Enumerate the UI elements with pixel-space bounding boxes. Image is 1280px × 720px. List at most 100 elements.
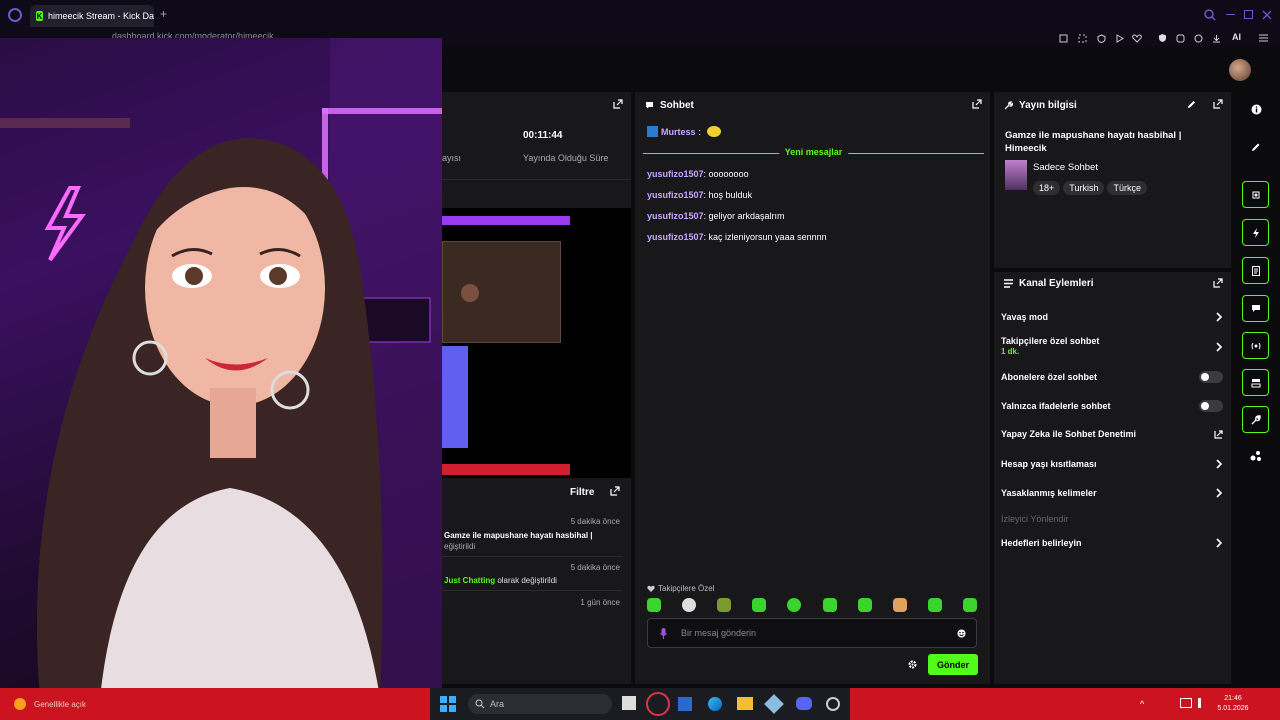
popout-icon[interactable] xyxy=(613,99,623,109)
emote-icon[interactable] xyxy=(717,598,732,612)
popout-icon[interactable] xyxy=(1213,278,1223,288)
menu-icon[interactable] xyxy=(1256,31,1270,45)
notes-button[interactable] xyxy=(1242,257,1269,284)
search-placeholder: Ara xyxy=(490,699,505,709)
new-messages-label: Yeni mesajlar xyxy=(778,147,849,157)
crop-icon[interactable] xyxy=(1075,31,1089,45)
send-button[interactable]: Gönder xyxy=(928,654,978,675)
browser-tab[interactable]: K himeecik Stream - Kick Da xyxy=(30,5,154,27)
username[interactable]: Murtess xyxy=(661,127,696,137)
ai-button[interactable]: AI xyxy=(1232,32,1241,42)
heart-icon[interactable] xyxy=(1130,31,1144,45)
popout-icon[interactable] xyxy=(972,99,982,109)
subs-chat-row: Abonelere özel sohbet xyxy=(1001,371,1223,383)
emote-icon[interactable] xyxy=(752,598,767,612)
snapshot-icon[interactable] xyxy=(1056,31,1070,45)
popout-icon[interactable] xyxy=(610,486,620,496)
close-icon[interactable] xyxy=(1262,10,1272,20)
opera-gx-taskbar-icon[interactable] xyxy=(646,692,670,716)
preview-blue-block xyxy=(442,346,468,448)
emoji-picker-icon[interactable] xyxy=(957,629,966,638)
task-view-icon[interactable] xyxy=(622,696,636,710)
shield-outline-icon[interactable] xyxy=(1094,31,1108,45)
username[interactable]: yusufizo1507 xyxy=(647,190,704,200)
slow-mode-row[interactable]: Yavaş mod xyxy=(1001,312,1223,322)
info-icon[interactable] xyxy=(1251,104,1262,115)
boost-button[interactable] xyxy=(1242,219,1269,246)
stream-preview[interactable] xyxy=(442,208,631,478)
clip-button[interactable] xyxy=(1242,181,1269,208)
volume-icon[interactable] xyxy=(1198,698,1208,708)
emote-icon[interactable] xyxy=(892,598,907,612)
subs-chat-toggle[interactable] xyxy=(1199,371,1223,383)
emote-icon[interactable] xyxy=(962,598,977,612)
message-text: : geliyor arkdaşalrım xyxy=(703,211,785,221)
chat-bubble-icon xyxy=(1251,305,1260,312)
settings-icon[interactable] xyxy=(908,660,917,669)
goals-row[interactable]: Hedefleri belirleyin xyxy=(1001,538,1223,548)
chevron-right-icon xyxy=(1216,342,1223,352)
filter-button[interactable]: Filtre xyxy=(570,487,594,498)
store-taskbar-icon[interactable] xyxy=(678,697,692,711)
emote-chat-row: Yalnızca ifadelerle sohbet xyxy=(1001,400,1223,412)
emote-icon[interactable] xyxy=(822,598,837,612)
tag[interactable]: 18+ xyxy=(1033,181,1061,195)
emote-chat-toggle[interactable] xyxy=(1199,400,1223,412)
edit-icon[interactable] xyxy=(1187,100,1196,109)
network-icon[interactable] xyxy=(1180,698,1192,708)
emote-icon[interactable] xyxy=(682,598,697,612)
tag[interactable]: Turkish xyxy=(1063,181,1105,195)
category-thumbnail[interactable] xyxy=(1005,160,1027,190)
chat-input[interactable]: Bir mesaj gönderin xyxy=(647,618,977,648)
username[interactable]: yusufizo1507 xyxy=(647,169,704,179)
user-avatar[interactable] xyxy=(1229,59,1251,81)
apps-icon[interactable] xyxy=(1250,450,1262,462)
extensions-icon[interactable] xyxy=(1173,31,1187,45)
broadcast-button[interactable] xyxy=(1242,332,1269,359)
username[interactable]: yusufizo1507 xyxy=(647,232,704,242)
webcam-overlay xyxy=(0,38,442,698)
chat-message: yusufizo1507: oooooooo xyxy=(647,169,749,179)
vpn-shield-icon[interactable] xyxy=(1155,31,1169,45)
emote-icon[interactable] xyxy=(927,598,942,612)
chat-placeholder: Bir mesaj gönderin xyxy=(681,628,757,638)
easy-setup-icon[interactable] xyxy=(1191,31,1205,45)
emote-icon[interactable] xyxy=(787,598,802,612)
play-icon[interactable] xyxy=(1112,31,1126,45)
layout-button[interactable] xyxy=(1242,369,1269,396)
microphone-icon[interactable] xyxy=(660,628,667,639)
app-taskbar-icon[interactable] xyxy=(826,697,840,711)
edge-taskbar-icon[interactable] xyxy=(708,697,722,711)
stream-info-title: Yayın bilgisi xyxy=(1019,99,1077,111)
username[interactable]: yusufizo1507 xyxy=(647,211,704,221)
search-icon[interactable] xyxy=(1204,9,1216,21)
emote-icon[interactable] xyxy=(647,598,661,612)
banned-words-row[interactable]: Yasaklanmış kelimeler xyxy=(1001,488,1223,498)
windows-start-icon[interactable] xyxy=(440,696,456,712)
discord-taskbar-icon[interactable] xyxy=(796,697,812,710)
file-explorer-taskbar-icon[interactable] xyxy=(737,697,753,710)
taskbar-search[interactable]: Ara xyxy=(468,694,612,714)
download-icon[interactable] xyxy=(1209,31,1223,45)
account-age-row[interactable]: Hesap yaşı kısıtlaması xyxy=(1001,459,1223,469)
maximize-icon[interactable] xyxy=(1244,10,1253,19)
channel-actions-panel: Kanal Eylemleri Yavaş mod Takipçilere öz… xyxy=(994,272,1231,684)
divider xyxy=(442,179,631,180)
new-tab-icon[interactable]: + xyxy=(160,7,167,21)
chat-button[interactable] xyxy=(1242,295,1269,322)
tag[interactable]: Türkçe xyxy=(1107,181,1147,195)
category-name[interactable]: Sadece Sohbet xyxy=(1033,162,1098,173)
tools-button[interactable] xyxy=(1242,406,1269,433)
ai-moderation-row[interactable]: Yapay Zeka ile Sohbet Denetimi xyxy=(1001,429,1223,439)
opera-logo-icon[interactable] xyxy=(8,8,22,22)
followers-chat-row[interactable]: Takipçilere özel sohbet 1 dk. xyxy=(1001,336,1223,356)
popout-icon[interactable] xyxy=(1213,99,1223,109)
clock[interactable]: 21:46 5.01.2026 xyxy=(1216,694,1250,714)
stream-info-panel: Yayın bilgisi Gamze ile mapushane hayatı… xyxy=(994,92,1231,268)
emote-icon[interactable] xyxy=(857,598,872,612)
tray-overflow-icon[interactable]: ^ xyxy=(1140,699,1144,709)
weather-icon[interactable] xyxy=(14,698,26,710)
edit-icon[interactable] xyxy=(1251,142,1261,152)
channel-actions-title: Kanal Eylemleri xyxy=(1019,277,1094,289)
minimize-icon[interactable] xyxy=(1226,14,1235,15)
